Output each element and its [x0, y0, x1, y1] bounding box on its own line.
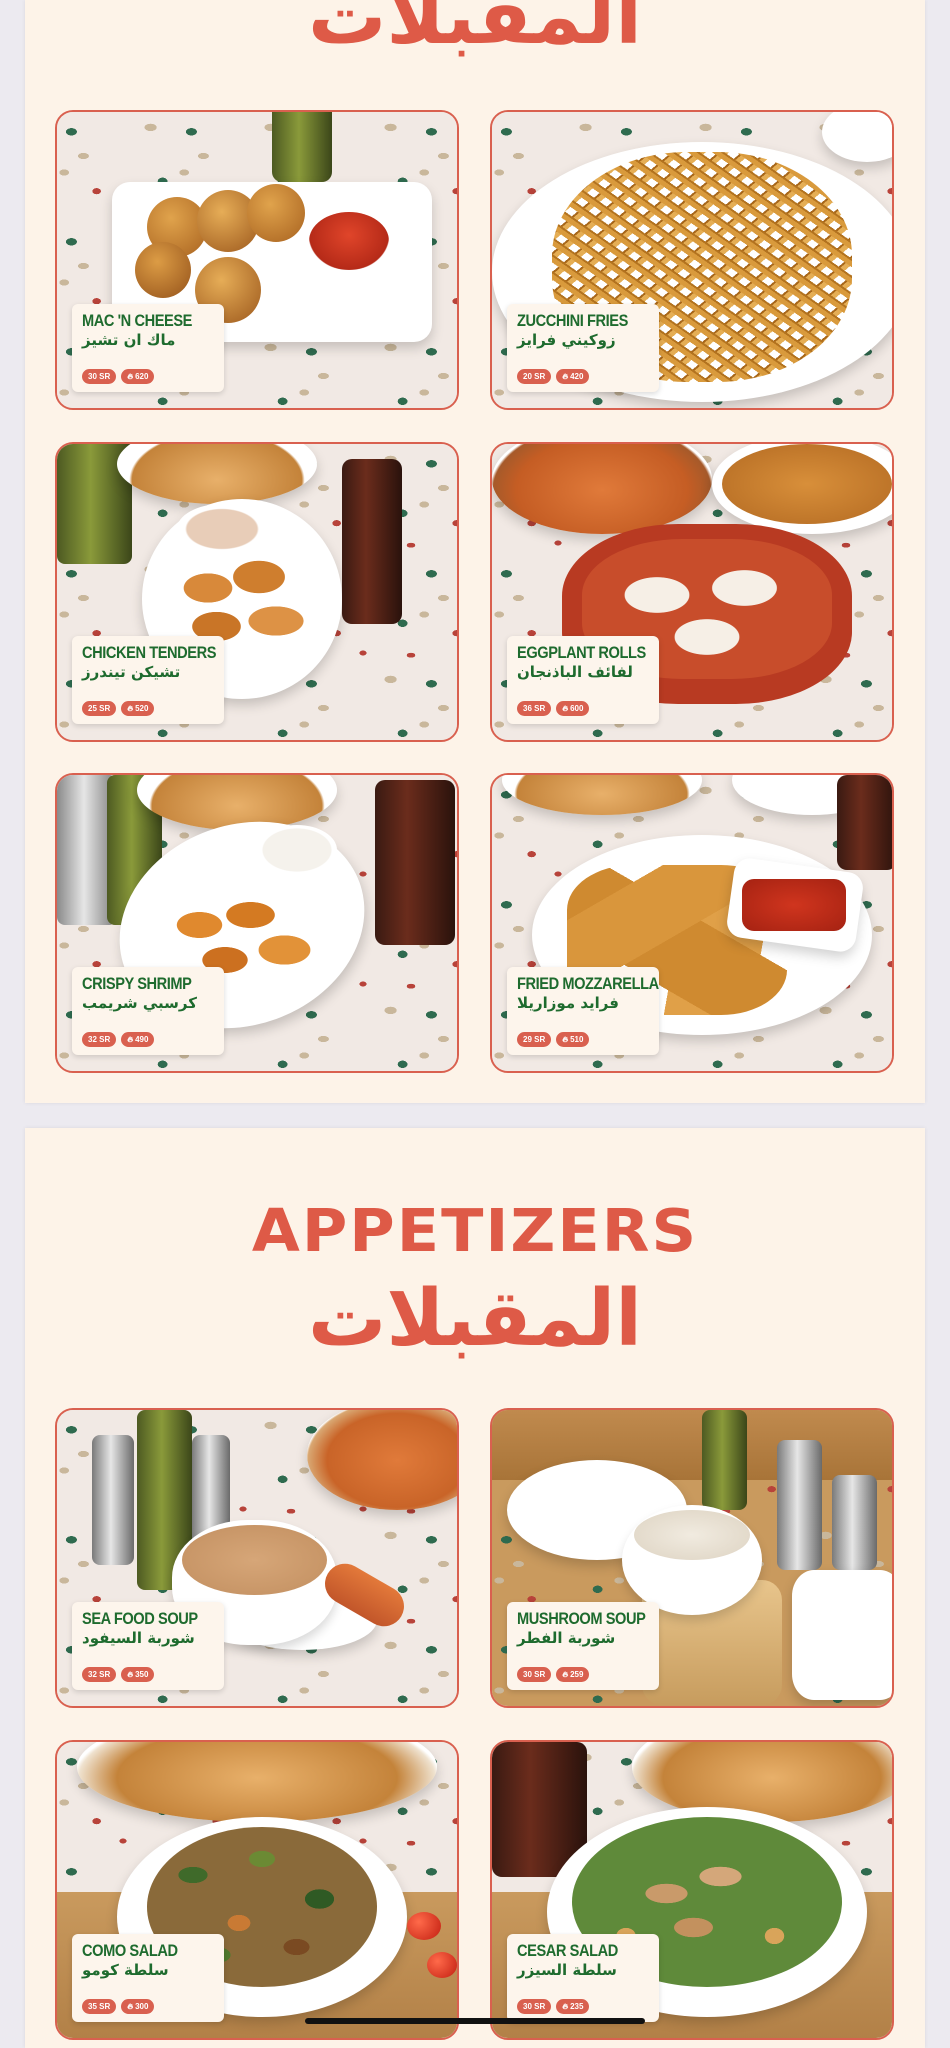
item-label: CRISPY SHRIMP كرسبي شريمب 32 SR 🔥︎ 490	[72, 967, 224, 1055]
item-name-en: COMO SALAD	[82, 1941, 178, 1960]
item-label: FRIED MOZZARELLA فرايد موزاريلا 29 SR 🔥︎…	[507, 967, 659, 1055]
item-name-ar: شوربة السيفود	[82, 1629, 195, 1647]
item-label: EGGPLANT ROLLS لفائف الباذنجان 36 SR 🔥︎ 6…	[507, 636, 659, 724]
section-heading-arabic: المقبلات	[308, 0, 642, 62]
calories-badge: 🔥︎ 490	[121, 1032, 155, 1047]
item-name-ar: سلطة كومو	[82, 1961, 169, 1979]
item-name-ar: تشيكن تيندرز	[82, 663, 181, 681]
menu-item-card[interactable]: SEA FOOD SOUP شوربة السيفود 32 SR 🔥︎ 350	[55, 1408, 459, 1708]
menu-item-card[interactable]: EGGPLANT ROLLS لفائف الباذنجان 36 SR 🔥︎ 6…	[490, 442, 894, 742]
price-badge: 29 SR	[517, 1032, 552, 1047]
flame-icon: 🔥︎	[127, 704, 134, 713]
menu-item-card[interactable]: CHICKEN TENDERS تشيكن تيندرز 25 SR 🔥︎ 520	[55, 442, 459, 742]
calories-badge: 🔥︎ 510	[556, 1032, 590, 1047]
menu-item-card[interactable]: ZUCCHINI FRIES زوكيني فرايز 20 SR 🔥︎ 420	[490, 110, 894, 410]
item-name-ar: لفائف الباذنجان	[517, 663, 633, 681]
item-name-en: MAC 'N CHEESE	[82, 311, 192, 330]
calories-badge: 🔥︎ 235	[556, 1999, 590, 2014]
item-label: MUSHROOM SOUP شوربة الفطر 30 SR 🔥︎ 259	[507, 1602, 659, 1690]
calories-badge: 🔥︎ 350	[121, 1667, 155, 1682]
price-badge: 36 SR	[517, 701, 552, 716]
flame-icon: 🔥︎	[127, 2002, 134, 2011]
item-label: MAC 'N CHEESE ماك ان تشيز 30 SR 🔥︎ 620	[72, 304, 224, 392]
calories-badge: 🔥︎ 259	[556, 1667, 590, 1682]
item-name-ar: سلطة السيزر	[517, 1961, 617, 1979]
item-name-en: ZUCCHINI FRIES	[517, 311, 628, 330]
menu-page-appetizers-1: المقبلات MAC 'N CHEESE ماك ان تشيز 30 SR…	[25, 0, 925, 1103]
item-name-ar: ماك ان تشيز	[82, 331, 176, 349]
price-badge: 32 SR	[82, 1032, 117, 1047]
section-heading-english: APPETIZERS	[251, 1195, 699, 1266]
calories-badge: 🔥︎ 620	[121, 369, 155, 384]
price-badge: 30 SR	[517, 1999, 552, 2014]
calories-badge: 🔥︎ 420	[556, 369, 590, 384]
menu-item-card[interactable]: FRIED MOZZARELLA فرايد موزاريلا 29 SR 🔥︎…	[490, 773, 894, 1073]
flame-icon: 🔥︎	[127, 1670, 134, 1679]
item-label: CHICKEN TENDERS تشيكن تيندرز 25 SR 🔥︎ 520	[72, 636, 224, 724]
item-name-ar: زوكيني فرايز	[517, 331, 616, 349]
section-heading-arabic: المقبلات	[308, 1274, 642, 1364]
item-name-en: FRIED MOZZARELLA	[517, 974, 659, 993]
price-badge: 20 SR	[517, 369, 552, 384]
flame-icon: 🔥︎	[127, 1035, 134, 1044]
item-name-ar: فرايد موزاريلا	[517, 994, 619, 1012]
calories-badge: 🔥︎ 600	[556, 701, 590, 716]
item-label: SEA FOOD SOUP شوربة السيفود 32 SR 🔥︎ 350	[72, 1602, 224, 1690]
item-name-en: SEA FOOD SOUP	[82, 1609, 198, 1628]
menu-item-card[interactable]: MAC 'N CHEESE ماك ان تشيز 30 SR 🔥︎ 620	[55, 110, 459, 410]
price-badge: 30 SR	[82, 369, 117, 384]
item-label: CESAR SALAD سلطة السيزر 30 SR 🔥︎ 235	[507, 1934, 659, 2022]
flame-icon: 🔥︎	[562, 704, 569, 713]
item-label: ZUCCHINI FRIES زوكيني فرايز 20 SR 🔥︎ 420	[507, 304, 659, 392]
menu-item-card[interactable]: COMO SALAD سلطة كومو 35 SR 🔥︎ 300	[55, 1740, 459, 2040]
item-name-en: CESAR SALAD	[517, 1941, 618, 1960]
price-badge: 35 SR	[82, 1999, 117, 2014]
item-label: COMO SALAD سلطة كومو 35 SR 🔥︎ 300	[72, 1934, 224, 2022]
price-badge: 30 SR	[517, 1667, 552, 1682]
home-indicator[interactable]	[305, 2018, 645, 2024]
calories-badge: 🔥︎ 520	[121, 701, 155, 716]
calories-badge: 🔥︎ 300	[121, 1999, 155, 2014]
price-badge: 32 SR	[82, 1667, 117, 1682]
menu-item-card[interactable]: MUSHROOM SOUP شوربة الفطر 30 SR 🔥︎ 259	[490, 1408, 894, 1708]
flame-icon: 🔥︎	[562, 1670, 569, 1679]
item-name-en: EGGPLANT ROLLS	[517, 643, 646, 662]
price-badge: 25 SR	[82, 701, 117, 716]
flame-icon: 🔥︎	[127, 372, 134, 381]
flame-icon: 🔥︎	[562, 1035, 569, 1044]
menu-item-card[interactable]: CRISPY SHRIMP كرسبي شريمب 32 SR 🔥︎ 490	[55, 773, 459, 1073]
item-name-ar: شوربة الفطر	[517, 1629, 616, 1647]
menu-page-appetizers-2: APPETIZERS المقبلات SEA FOOD SOUP شوربة …	[25, 1128, 925, 2048]
item-name-en: MUSHROOM SOUP	[517, 1609, 646, 1628]
flame-icon: 🔥︎	[562, 2002, 569, 2011]
item-name-ar: كرسبي شريمب	[82, 994, 197, 1012]
flame-icon: 🔥︎	[562, 372, 569, 381]
menu-item-card[interactable]: CESAR SALAD سلطة السيزر 30 SR 🔥︎ 235	[490, 1740, 894, 2040]
item-name-en: CHICKEN TENDERS	[82, 643, 217, 662]
item-name-en: CRISPY SHRIMP	[82, 974, 192, 993]
